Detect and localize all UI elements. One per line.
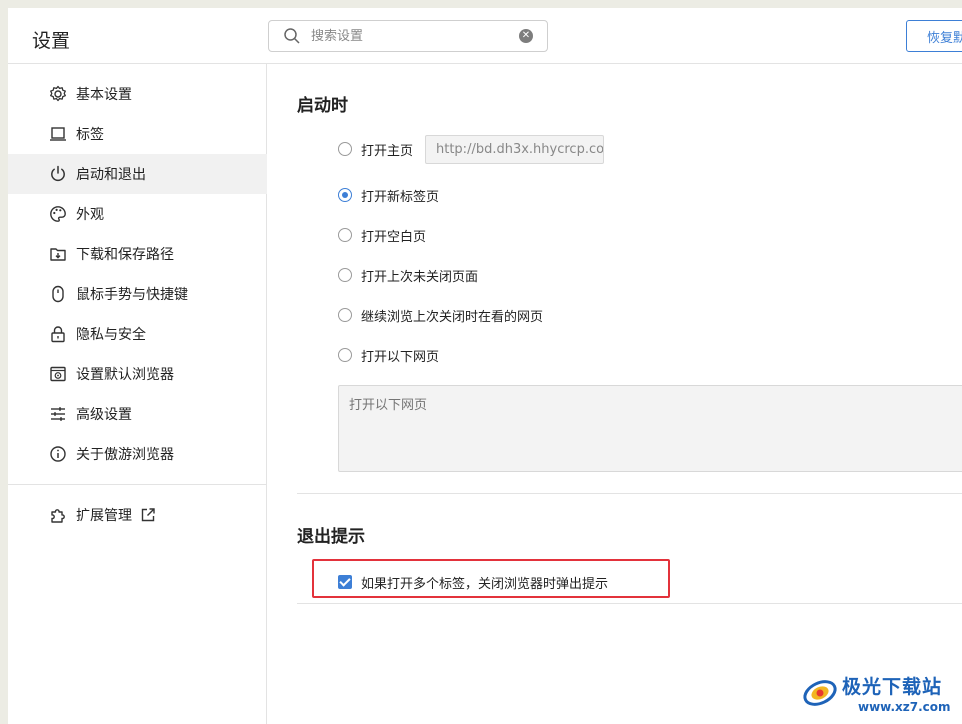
watermark-title: 极光下载站 — [842, 676, 943, 698]
mouse-icon — [52, 285, 64, 303]
radio-label: 打开主页 — [361, 143, 414, 159]
sidebar-item-extensions[interactable]: 扩展管理 — [8, 495, 267, 535]
search-box[interactable]: ✕ — [268, 20, 548, 52]
exit-section-title: 退出提示 — [297, 527, 365, 547]
specific-pages-textarea[interactable] — [338, 385, 962, 472]
header: 设置 ✕ 恢复默认设置 — [8, 8, 962, 64]
search-icon — [284, 28, 300, 44]
sidebar-item-label: 标签 — [76, 127, 104, 143]
sidebar-item-label: 隐私与安全 — [76, 327, 146, 343]
sidebar-item-appearance[interactable]: 外观 — [8, 194, 267, 234]
power-icon — [51, 165, 65, 182]
radio-open-specific-pages[interactable]: 打开以下网页 — [338, 345, 439, 365]
radio-button[interactable] — [338, 308, 352, 322]
section-divider — [297, 493, 962, 494]
download-folder-icon — [50, 248, 66, 261]
sidebar-item-basic-settings[interactable]: 基本设置 — [8, 74, 267, 114]
sidebar-item-mouse-shortcuts[interactable]: 鼠标手势与快捷键 — [8, 274, 267, 314]
browser-icon — [50, 366, 66, 382]
radio-open-new-tab[interactable]: 打开新标签页 — [338, 185, 439, 205]
sidebar-item-label: 关于傲游浏览器 — [76, 447, 174, 463]
sidebar-item-startup-exit[interactable]: 启动和退出 — [8, 154, 267, 194]
sidebar-item-label: 设置默认浏览器 — [76, 367, 174, 383]
watermark-logo-icon — [803, 680, 837, 706]
homepage-url-field[interactable]: http://bd.dh3x.hhycrcp.co — [425, 135, 604, 164]
main-content: 启动时 打开主页 http://bd.dh3x.hhycrcp.co 打开新标签… — [268, 64, 962, 724]
sidebar-item-label: 启动和退出 — [76, 167, 146, 183]
palette-icon — [50, 206, 66, 222]
radio-continue-last-session[interactable]: 继续浏览上次关闭时在看的网页 — [338, 305, 543, 325]
settings-window: 设置 ✕ 恢复默认设置 基本设置 标签 — [8, 8, 962, 724]
section-divider — [297, 603, 962, 604]
radio-label: 打开新标签页 — [361, 189, 440, 205]
external-link-icon — [141, 508, 155, 522]
radio-label: 打开上次未关闭页面 — [361, 269, 479, 285]
radio-restore-unclosed-pages[interactable]: 打开上次未关闭页面 — [338, 265, 478, 285]
info-icon — [50, 446, 66, 462]
sidebar-item-default-browser[interactable]: 设置默认浏览器 — [8, 354, 267, 394]
radio-open-blank-page[interactable]: 打开空白页 — [338, 225, 426, 245]
watermark: 极光下载站 www.xz7.com — [802, 670, 960, 720]
sidebar-item-label: 基本设置 — [76, 87, 132, 103]
sidebar-item-privacy-security[interactable]: 隐私与安全 — [8, 314, 267, 354]
sidebar-item-label: 扩展管理 — [76, 508, 132, 524]
restore-defaults-button[interactable]: 恢复默认设置 — [906, 20, 962, 52]
watermark-url: www.xz7.com — [858, 700, 951, 714]
sidebar-item-label: 外观 — [76, 207, 104, 223]
sidebar-item-about[interactable]: 关于傲游浏览器 — [8, 434, 267, 474]
radio-label: 打开空白页 — [361, 229, 427, 245]
sidebar-item-label: 高级设置 — [76, 407, 132, 423]
page-title: 设置 — [32, 30, 71, 52]
radio-button[interactable] — [338, 348, 352, 362]
sidebar-item-label: 下载和保存路径 — [76, 247, 174, 263]
puzzle-icon — [51, 509, 65, 523]
sidebar: 基本设置 标签 启动和退出 外观 下载和保存路径 鼠标手势与快捷键 隐私与安全 … — [8, 64, 267, 724]
red-highlight-box — [312, 559, 670, 598]
sidebar-item-downloads[interactable]: 下载和保存路径 — [8, 234, 267, 274]
radio-button[interactable] — [338, 188, 352, 202]
sidebar-divider — [8, 484, 267, 485]
search-input[interactable] — [311, 26, 511, 46]
radio-label: 继续浏览上次关闭时在看的网页 — [361, 309, 544, 325]
sidebar-item-label: 鼠标手势与快捷键 — [76, 287, 188, 303]
tab-icon — [50, 127, 66, 141]
radio-button[interactable] — [338, 142, 352, 156]
radio-open-homepage[interactable]: 打开主页 — [338, 139, 413, 159]
gear-icon — [50, 85, 66, 102]
radio-button[interactable] — [338, 268, 352, 282]
startup-section-title: 启动时 — [297, 96, 348, 116]
clear-search-icon[interactable]: ✕ — [519, 29, 533, 43]
sidebar-item-advanced[interactable]: 高级设置 — [8, 394, 267, 434]
lock-icon — [51, 326, 65, 343]
sidebar-item-tabs[interactable]: 标签 — [8, 114, 267, 154]
radio-label: 打开以下网页 — [361, 349, 440, 365]
radio-button[interactable] — [338, 228, 352, 242]
sliders-icon — [51, 407, 65, 421]
